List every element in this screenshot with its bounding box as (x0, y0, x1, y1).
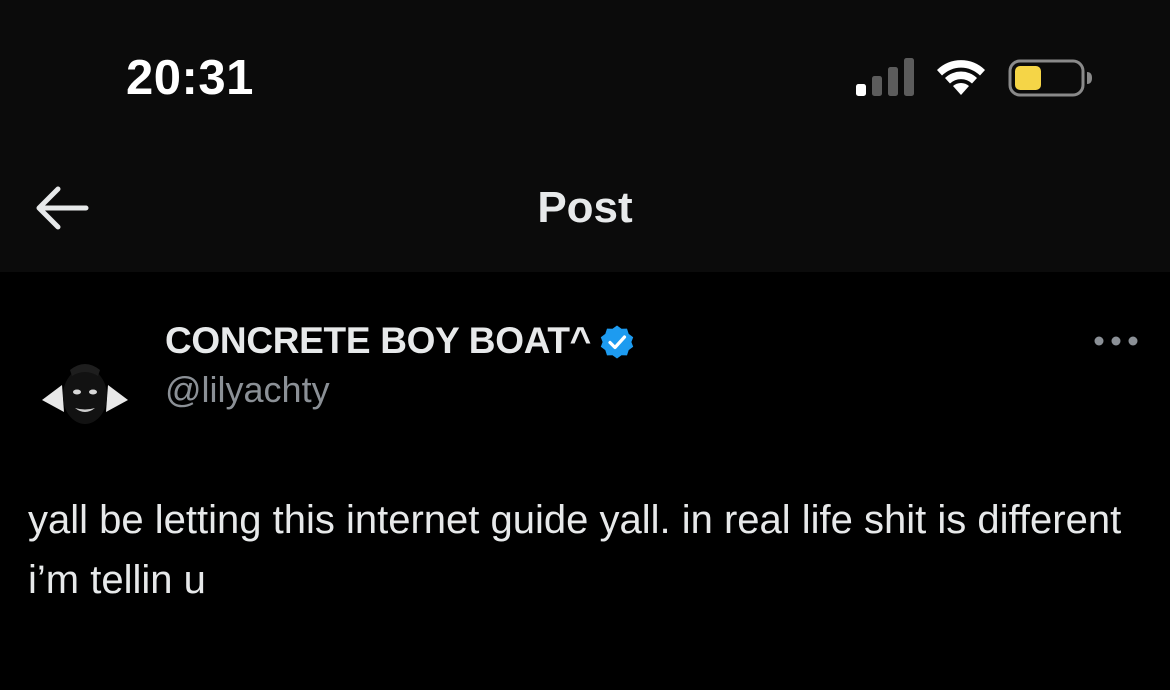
post-text: yall be letting this internet guide yall… (28, 498, 1122, 602)
status-bar: 20:31 (0, 0, 1170, 140)
top-bar-region: 20:31 Post (0, 0, 1170, 272)
more-horizontal-icon[interactable] (1092, 328, 1140, 354)
nav-header: Post (0, 140, 1170, 272)
author-name-row: CONCRETE BOY BOAT^ (165, 316, 635, 366)
verified-badge-icon[interactable] (599, 324, 635, 360)
avatar-image (40, 350, 130, 440)
cellular-signal-icon (856, 58, 914, 96)
battery-low-power-icon (1008, 59, 1092, 97)
wifi-icon (937, 60, 985, 95)
avatar[interactable] (40, 350, 130, 440)
page-title: Post (537, 183, 633, 232)
author-name[interactable]: CONCRETE BOY BOAT^ (165, 316, 591, 366)
post: CONCRETE BOY BOAT^ @lilyachty yall be le… (0, 272, 1170, 690)
status-time: 20:31 (126, 51, 254, 105)
author-handle[interactable]: @lilyachty (165, 366, 330, 414)
